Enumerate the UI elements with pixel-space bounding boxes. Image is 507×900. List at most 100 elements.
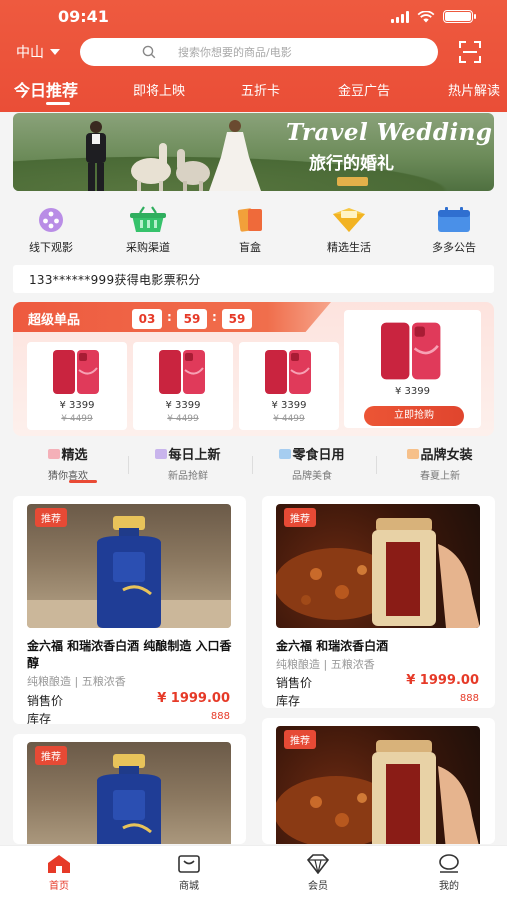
product-price: ¥ 1999.00 bbox=[406, 673, 479, 688]
mystery-box-icon bbox=[237, 208, 262, 232]
quick-entry-announcements[interactable]: 多多公告 bbox=[414, 200, 494, 255]
status-icons bbox=[391, 10, 476, 23]
product-image: 推荐 bbox=[27, 742, 231, 844]
phone-image bbox=[265, 350, 311, 394]
quick-entry-row: 线下观影 采购渠道 盲盒 精选生活 多多公告 bbox=[0, 200, 507, 260]
tabbar-label: 商城 bbox=[179, 881, 199, 892]
category-tab-womens-wear[interactable]: 品牌女装 春夏上新 bbox=[380, 444, 500, 482]
category-subtitle: 春夏上新 bbox=[420, 471, 460, 482]
groom-figure bbox=[86, 121, 106, 191]
banner-title: Travel Wedding bbox=[286, 119, 493, 146]
signal-icon bbox=[391, 11, 409, 23]
tabbar-label: 首页 bbox=[49, 881, 69, 892]
search-bar[interactable] bbox=[80, 38, 438, 66]
product-card[interactable]: 推荐 bbox=[13, 734, 246, 844]
tab-coming-soon[interactable]: 即将上映 bbox=[133, 80, 185, 99]
phone-image bbox=[381, 322, 441, 380]
countdown-separator: : bbox=[212, 310, 217, 324]
city-name: 中山 bbox=[16, 45, 44, 61]
product-card[interactable]: 推荐 金六福 和瑞浓香白酒 纯酿制造 入口香醇 纯粮酿造 | 五粮浓香 销售价 … bbox=[13, 496, 246, 724]
battery-icon bbox=[443, 10, 476, 23]
people-icon bbox=[407, 449, 420, 459]
category-title: 精选 bbox=[8, 444, 128, 463]
deal-old-price: ¥ 4499 bbox=[273, 414, 305, 424]
featured-price: ¥ 3399 bbox=[395, 386, 430, 397]
profile-icon bbox=[439, 854, 459, 873]
basket-icon bbox=[130, 206, 166, 232]
tab-half-price-card[interactable]: 五折卡 bbox=[241, 80, 280, 99]
header: 09:41 中山 今日推荐 即将上映 五折卡 金豆广告 bbox=[0, 0, 507, 112]
quick-entry-blind-box[interactable]: 盲盒 bbox=[210, 200, 290, 255]
buy-now-button[interactable]: 立即抢购 bbox=[364, 406, 464, 426]
tab-today-recommend[interactable]: 今日推荐 bbox=[14, 77, 78, 101]
tabbar-home[interactable]: 首页 bbox=[29, 854, 89, 892]
top-tabs: 今日推荐 即将上映 五折卡 金豆广告 热片解读 bbox=[0, 74, 507, 108]
home-icon bbox=[48, 855, 70, 873]
category-tab-selected[interactable]: 精选 猜你喜欢 bbox=[8, 444, 128, 483]
stock-label: 库存 bbox=[276, 694, 301, 708]
product-card[interactable]: 推荐 bbox=[262, 718, 495, 844]
tabbar-store[interactable]: 商城 bbox=[159, 854, 219, 892]
product-title: 金六福 和瑞浓香白酒 纯酿制造 入口香醇 bbox=[27, 639, 232, 670]
tabbar-profile[interactable]: 我的 bbox=[419, 854, 479, 892]
active-category-indicator bbox=[69, 480, 97, 483]
phone-image bbox=[159, 350, 205, 394]
category-title: 每日上新 bbox=[128, 444, 248, 463]
recommend-badge: 推荐 bbox=[35, 746, 67, 765]
tab-hot-film-review[interactable]: 热片解读 bbox=[448, 80, 500, 99]
chevron-down-icon bbox=[50, 49, 60, 55]
banner-subtitle: 旅行的婚礼 bbox=[309, 154, 394, 174]
super-deal-item[interactable]: ¥ 3399 ¥ 4499 bbox=[239, 342, 339, 430]
stock-value: 888 bbox=[459, 693, 479, 704]
film-reel-icon bbox=[39, 208, 63, 232]
product-card[interactable]: 推荐 金六福 和瑞浓香白酒 纯粮酿造 | 五粮浓香 销售价 ¥ 1999.00 … bbox=[262, 496, 495, 708]
active-tab-indicator bbox=[46, 102, 70, 105]
deal-price: ¥ 3399 bbox=[271, 400, 307, 411]
crown-icon bbox=[48, 449, 61, 459]
deal-old-price: ¥ 4499 bbox=[61, 414, 93, 424]
product-grid: 推荐 金六福 和瑞浓香白酒 纯酿制造 入口香醇 纯粮酿造 | 五粮浓香 销售价 … bbox=[0, 494, 507, 844]
product-image: 推荐 bbox=[276, 504, 480, 628]
deal-price: ¥ 3399 bbox=[165, 400, 201, 411]
promo-banner[interactable]: Travel Wedding 旅行的婚礼 bbox=[13, 113, 494, 191]
quick-entry-offline-viewing[interactable]: 线下观影 bbox=[11, 200, 91, 255]
quick-entry-label: 精选生活 bbox=[327, 241, 371, 254]
quick-entry-label: 采购渠道 bbox=[126, 241, 170, 254]
status-bar: 09:41 bbox=[0, 0, 507, 32]
countdown-seconds: 59 bbox=[222, 309, 252, 329]
product-tags: 纯粮酿造 | 五粮浓香 bbox=[27, 675, 126, 688]
tabbar-member[interactable]: 会员 bbox=[288, 854, 348, 892]
status-time: 09:41 bbox=[58, 7, 109, 26]
notice-bar[interactable]: 133******999获得电影票积分 bbox=[13, 265, 494, 293]
super-deals-title: 超级单品 bbox=[28, 313, 81, 328]
search-input[interactable] bbox=[178, 43, 418, 61]
category-title: 零食日用 bbox=[252, 444, 372, 463]
product-image: 推荐 bbox=[27, 504, 231, 628]
category-tab-daily-new[interactable]: 每日上新 新品抢鲜 bbox=[128, 444, 248, 482]
scan-icon[interactable] bbox=[458, 40, 482, 64]
city-selector[interactable]: 中山 bbox=[16, 42, 60, 62]
deal-price: ¥ 3399 bbox=[59, 400, 95, 411]
bottom-tab-bar: 首页 商城 会员 我的 bbox=[0, 845, 507, 900]
featured-deal[interactable]: ¥ 3399 立即抢购 bbox=[344, 310, 481, 428]
price-label: 销售价 bbox=[276, 676, 313, 690]
category-subtitle: 新品抢鲜 bbox=[168, 471, 208, 482]
tab-gold-bean-ads[interactable]: 金豆广告 bbox=[338, 80, 390, 99]
wifi-icon bbox=[417, 11, 435, 23]
recommend-badge: 推荐 bbox=[284, 730, 316, 749]
snack-icon bbox=[279, 449, 292, 459]
quick-entry-label: 线下观影 bbox=[29, 241, 73, 254]
super-deal-item[interactable]: ¥ 3399 ¥ 4499 bbox=[27, 342, 127, 430]
store-icon bbox=[178, 855, 200, 873]
category-tab-snacks[interactable]: 零食日用 品牌美食 bbox=[252, 444, 372, 482]
tabbar-label: 我的 bbox=[439, 881, 459, 892]
quick-entry-purchase-channel[interactable]: 采购渠道 bbox=[108, 200, 188, 255]
quick-entry-selected-life[interactable]: 精选生活 bbox=[309, 200, 389, 255]
countdown-hours: 03 bbox=[132, 309, 162, 329]
countdown-minutes: 59 bbox=[177, 309, 207, 329]
tabbar-label: 会员 bbox=[308, 881, 328, 892]
product-tags: 纯粮酿造 | 五粮浓香 bbox=[276, 658, 375, 671]
bride-figure bbox=[209, 120, 261, 191]
quick-entry-label: 多多公告 bbox=[432, 241, 476, 254]
super-deal-item[interactable]: ¥ 3399 ¥ 4499 bbox=[133, 342, 233, 430]
